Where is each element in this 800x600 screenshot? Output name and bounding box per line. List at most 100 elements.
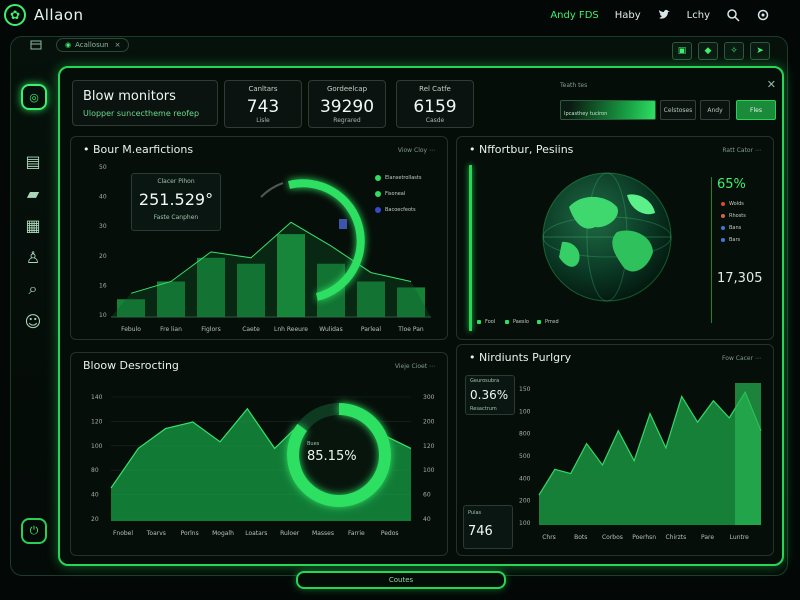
profile-icon[interactable]: ☺ xyxy=(24,312,42,331)
frame-toolbar: ◉ Acallosun × xyxy=(30,38,130,52)
divider xyxy=(711,177,712,323)
stat-card-0[interactable]: Canltars 743 Lisle xyxy=(224,80,302,128)
gauge-marker xyxy=(339,219,347,229)
panel-positions: • Nffortbur, Pesiins Ratt Cator ⋯ 65% Wo… xyxy=(456,136,774,340)
y-tick-label: 150 xyxy=(519,386,531,393)
home-icon[interactable]: ◎ xyxy=(21,84,47,110)
x-tick-label: Tloe Pan xyxy=(397,326,424,333)
globe-percent: 65% xyxy=(717,177,746,192)
y-tick-label: 100 xyxy=(519,520,531,527)
table-icon[interactable]: ▦ xyxy=(24,216,42,235)
globe-row-0: Wolds xyxy=(721,201,744,207)
panel-purgery: • Nirdiunts Purlgry Fow Cacer ⋯ Geurosub… xyxy=(456,344,774,556)
y-tick-label: 40 xyxy=(99,194,107,201)
top-nav-accent[interactable]: Andy FDS xyxy=(550,10,598,21)
stat-sub: Casde xyxy=(425,117,445,124)
page-subtitle: Ulopper suncectheme reofep xyxy=(83,109,200,118)
twitter-icon[interactable] xyxy=(657,8,671,22)
y-tick-label: 50 xyxy=(99,164,107,171)
app-title: Allaon xyxy=(34,6,84,24)
window-icon[interactable] xyxy=(30,39,42,51)
sidebar: ◎ ▤ ▰ ▦ ♙ ⌕ ☺ ⏻ xyxy=(16,78,50,548)
star-icon[interactable]: ✧ xyxy=(724,42,744,60)
save-icon[interactable]: ▣ xyxy=(672,42,692,60)
x-tick-label: Figlors xyxy=(201,326,220,333)
area-fill xyxy=(111,222,431,317)
y-tick-label: 16 xyxy=(99,282,107,289)
y-tick-label: 500 xyxy=(519,453,531,460)
page-title: Blow monitors xyxy=(83,89,176,104)
x-tick-label: Fre lian xyxy=(160,326,182,333)
x-tick-label: Chirzts xyxy=(665,534,686,541)
filter-button-0[interactable]: Celstoses xyxy=(660,100,696,120)
stat-label: Gordeelcap xyxy=(326,85,368,93)
y-tick-label: 200 xyxy=(519,498,531,505)
send-icon[interactable]: ➤ xyxy=(750,42,770,60)
search-icon[interactable] xyxy=(726,8,740,22)
x-tick-label: Wulidas xyxy=(319,326,342,333)
globe-row-2: Bans xyxy=(721,225,741,231)
top-nav-item-0[interactable]: Haby xyxy=(615,10,641,21)
stat-card-2[interactable]: Rel Catfe 6159 Casde xyxy=(396,80,474,128)
stat-value: 743 xyxy=(246,97,280,117)
filter-input[interactable]: Ipcasthey tuciron xyxy=(560,100,656,120)
x-tick-label: Corbos xyxy=(602,534,623,541)
footer-tab[interactable]: Coutes xyxy=(296,571,506,589)
users-icon[interactable]: ♙ xyxy=(24,248,42,267)
donut-value: 85.15% xyxy=(307,449,357,464)
toolbar-pill[interactable]: ◉ Acallosun × xyxy=(56,38,130,52)
x-tick-label: Chrs xyxy=(542,534,556,541)
stat-label: Rel Catfe xyxy=(419,85,451,93)
x-tick-label: Luntre xyxy=(730,534,750,541)
stat-value: 6159 xyxy=(413,97,457,117)
globe-legend-1: Paeslo xyxy=(505,319,529,325)
stat-sub: Lisle xyxy=(256,117,270,124)
toolbar-right: ▣ ◆ ✧ ➤ xyxy=(672,42,770,60)
stat-sub: Regrared xyxy=(333,117,361,124)
globe-total: 17,305 xyxy=(717,271,763,286)
stat-value: 39290 xyxy=(319,97,375,117)
x-tick-label: Poerhsn xyxy=(632,534,656,541)
area-fill xyxy=(539,392,761,525)
x-tick-label: Caete xyxy=(242,326,260,333)
y-tick-label: 10 xyxy=(99,312,107,319)
donut-label: Bues xyxy=(307,441,320,447)
diamond-icon[interactable]: ◆ xyxy=(698,42,718,60)
globe-row-3: Bars xyxy=(721,237,740,243)
close-icon[interactable]: ✕ xyxy=(767,78,776,91)
y-tick-label: 20 xyxy=(99,253,107,260)
x-tick-label: Febulo xyxy=(121,326,141,333)
filter-label: Teath tes xyxy=(560,82,588,89)
settings-icon[interactable] xyxy=(756,8,770,22)
stat-label: Canltars xyxy=(248,85,278,93)
filter-button-2[interactable]: Fles xyxy=(736,100,776,120)
search-icon[interactable]: ⌕ xyxy=(24,279,42,298)
y-tick-label: 100 xyxy=(519,408,531,415)
globe-legend-0: Fool xyxy=(477,319,495,325)
gauge-arc-muted xyxy=(260,182,284,198)
donut-graphic xyxy=(287,403,391,507)
filter-area: Teath tes ✕ Ipcasthey tuciron Celstoses … xyxy=(560,78,776,126)
stat-card-1[interactable]: Gordeelcap 39290 Regrared xyxy=(308,80,386,128)
top-nav-item-1[interactable]: Lchy xyxy=(687,10,710,21)
folder-icon[interactable]: ▰ xyxy=(24,184,42,203)
y-tick-label: 400 xyxy=(519,475,531,482)
logout-icon[interactable]: ⏻ xyxy=(21,518,47,544)
x-tick-label: Parleal xyxy=(361,326,382,333)
purgery-chart: 150 100 800 500 400 200 100 Chrs Bots Corbos Poerh… xyxy=(519,383,762,541)
leaf-icon[interactable]: ✿ xyxy=(4,4,26,26)
filter-button-1[interactable]: Andy xyxy=(700,100,730,120)
y-tick-label: 30 xyxy=(99,223,107,230)
title-card: Blow monitors Ulopper suncectheme reofep xyxy=(72,80,218,126)
x-tick-label: Lnh Reeure xyxy=(274,326,308,333)
main-panel: Blow monitors Ulopper suncectheme reofep… xyxy=(58,66,784,566)
top-bar: ✿ Allaon Andy FDS Haby Lchy xyxy=(0,0,800,32)
x-tick-label: Pare xyxy=(701,534,714,541)
panel-describing: Bloow Desrocting Vieje Cioet ⋯ 140 120 100… xyxy=(70,352,448,556)
x-tick-label: Bots xyxy=(574,534,587,541)
grid-icon[interactable]: ▤ xyxy=(24,152,42,171)
globe-legend-2: Pmsd xyxy=(537,319,559,325)
y-tick-label: 800 xyxy=(519,431,531,438)
highlight-bar xyxy=(735,383,761,525)
globe-row-1: Rhosts xyxy=(721,213,746,219)
